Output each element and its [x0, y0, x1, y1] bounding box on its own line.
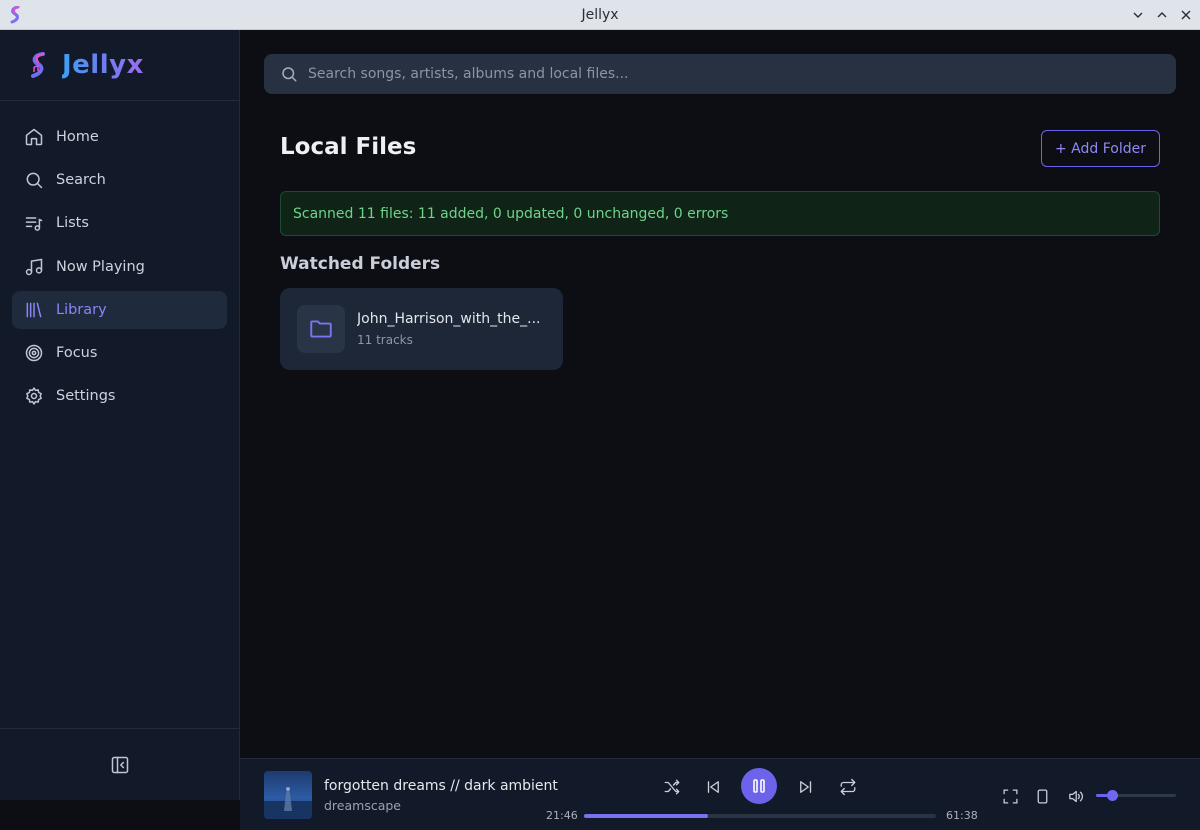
skip-next-icon	[800, 781, 812, 793]
pause-button[interactable]	[741, 768, 777, 804]
sidebar-item-label: Library	[56, 301, 107, 318]
app-logo-icon	[10, 6, 20, 24]
fullscreen-button[interactable]	[999, 785, 1021, 807]
progress-fill	[584, 814, 709, 818]
folder-info: John_Harrison_with_the_... 11 tracks	[357, 311, 542, 347]
sidebar-item-home[interactable]: Home	[12, 118, 227, 156]
track-artist[interactable]: dreamscape	[324, 798, 401, 813]
sidebar-footer	[0, 728, 240, 800]
scan-status-banner: Scanned 11 files: 11 added, 0 updated, 0…	[280, 191, 1160, 236]
search-bar[interactable]	[264, 54, 1176, 94]
sidebar-item-label: Home	[56, 129, 99, 145]
sidebar-item-label: Now Playing	[56, 258, 145, 275]
collapse-sidebar-icon[interactable]	[110, 755, 130, 775]
previous-button[interactable]	[699, 773, 727, 801]
folder-name: John_Harrison_with_the_...	[357, 311, 541, 327]
minimize-button[interactable]	[1128, 5, 1148, 25]
track-title[interactable]: forgotten dreams // dark ambient	[324, 778, 558, 794]
music-note-icon	[25, 258, 43, 275]
shuffle-button[interactable]	[658, 773, 686, 801]
app-logo-icon	[31, 52, 45, 78]
sidebar-item-label: Lists	[56, 215, 89, 232]
brand-name: Jellyx	[62, 50, 144, 80]
repeat-button[interactable]	[834, 773, 862, 801]
album-cover[interactable]	[264, 771, 312, 819]
volume-slider[interactable]	[1096, 790, 1176, 801]
volume-knob[interactable]	[1107, 790, 1118, 801]
window-titlebar: Jellyx	[0, 0, 1200, 30]
sidebar-item-lists[interactable]: Lists	[12, 204, 227, 242]
brand: Jellyx	[0, 30, 239, 101]
main-content: Local Files + Add Folder Scanned 11 file…	[240, 30, 1200, 758]
repeat-icon	[840, 778, 856, 796]
progress-bar[interactable]	[584, 814, 936, 818]
library-icon	[26, 302, 42, 318]
sidebar: Jellyx Home Search Lists Now Playing Lib…	[0, 30, 240, 758]
search-icon	[282, 67, 297, 82]
cover-art	[264, 787, 312, 819]
search-input[interactable]	[308, 66, 1168, 82]
device-button[interactable]	[1031, 785, 1053, 807]
folder-track-count: 11 tracks	[357, 333, 413, 347]
search-icon	[26, 172, 43, 189]
page-title: Local Files	[280, 134, 417, 160]
close-icon	[1181, 10, 1191, 20]
sidebar-item-label: Search	[56, 172, 106, 189]
gear-icon	[26, 387, 42, 405]
chevron-down-icon	[1133, 12, 1143, 18]
next-button[interactable]	[792, 773, 820, 801]
sidebar-nav: Home Search Lists Now Playing Library Fo…	[0, 101, 239, 415]
sidebar-item-focus[interactable]: Focus	[12, 334, 227, 372]
list-music-icon	[25, 217, 43, 232]
chevron-up-icon	[1157, 12, 1167, 18]
player-bar: forgotten dreams // dark ambient dreamsc…	[240, 758, 1200, 830]
maximize-button[interactable]	[1152, 5, 1172, 25]
shuffle-icon	[664, 779, 680, 795]
sidebar-item-library[interactable]: Library	[12, 290, 227, 329]
sidebar-item-now-playing[interactable]: Now Playing	[12, 248, 227, 286]
add-folder-button[interactable]: + Add Folder	[1041, 130, 1160, 167]
sidebar-item-settings[interactable]: Settings	[12, 377, 227, 415]
folder-card[interactable]: John_Harrison_with_the_... 11 tracks	[280, 288, 563, 370]
elapsed-time: 21:46	[546, 809, 578, 822]
close-window-button[interactable]	[1176, 5, 1196, 25]
folder-icon-wrap	[297, 305, 345, 353]
pause-icon	[753, 779, 765, 793]
home-icon	[25, 128, 43, 146]
sidebar-item-label: Settings	[56, 388, 116, 405]
watched-folders-title: Watched Folders	[280, 254, 441, 274]
folder-icon	[310, 320, 332, 338]
device-icon	[1037, 788, 1047, 804]
sidebar-item-label: Focus	[56, 344, 98, 361]
total-duration: 61:38	[946, 809, 978, 822]
window-title: Jellyx	[581, 6, 619, 23]
skip-previous-icon	[707, 781, 719, 793]
window-controls	[1128, 5, 1196, 25]
volume-button[interactable]	[1064, 785, 1086, 807]
volume-icon	[1068, 790, 1083, 802]
fullscreen-icon	[1002, 788, 1018, 804]
target-icon	[25, 344, 43, 362]
sidebar-item-search[interactable]: Search	[12, 161, 227, 199]
